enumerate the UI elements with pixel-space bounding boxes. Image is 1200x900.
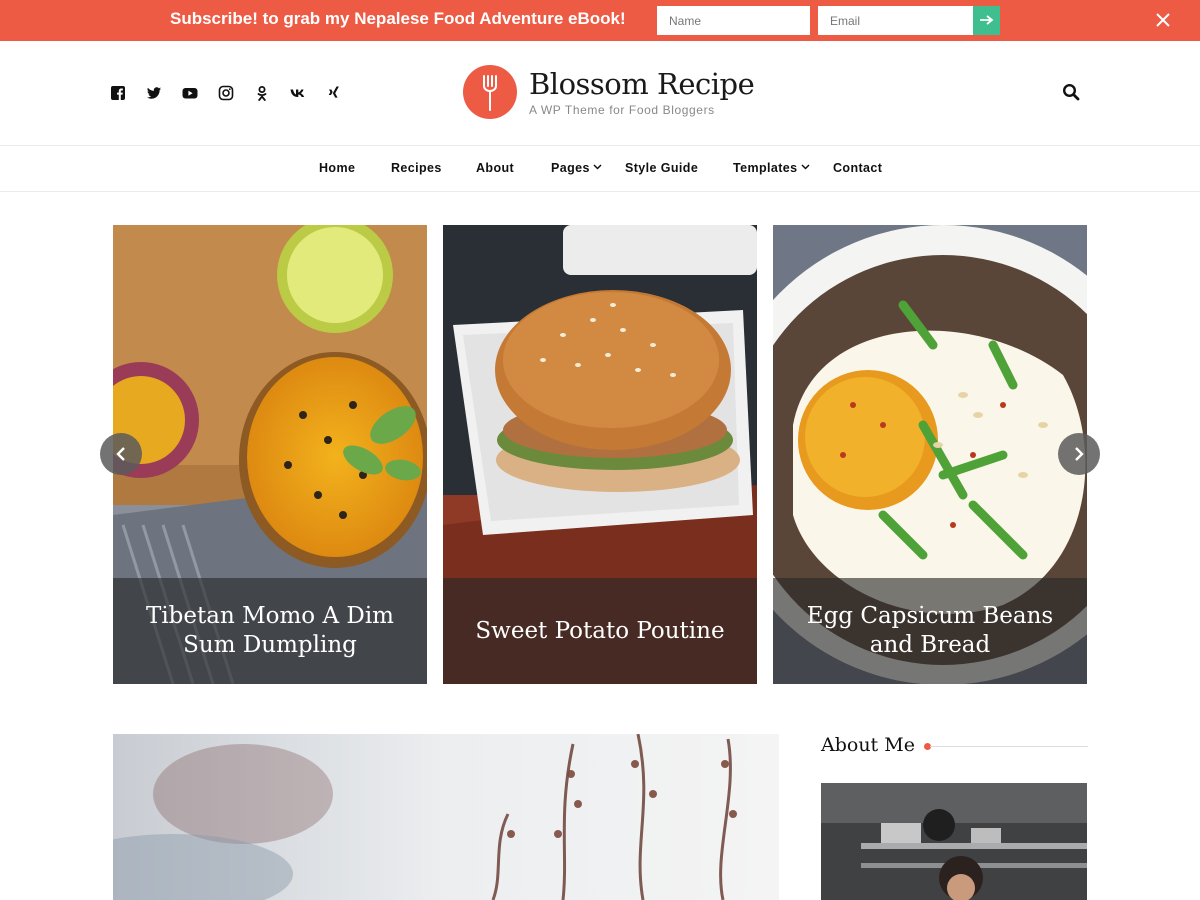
facebook-link[interactable] [110,84,146,102]
nav-item-style-guide[interactable]: Style Guide [625,161,698,175]
about-image [821,783,1087,900]
slide-title[interactable]: Sweet Potato Poutine [475,617,724,646]
close-subscribe-button[interactable] [1153,10,1173,30]
social-links [110,84,362,102]
site-title[interactable]: Blossom Recipe [529,68,755,100]
facebook-icon [111,86,125,100]
slide-passion-fruit-drink[interactable]: Tibetan Momo A Dim Sum Dumpling [113,225,427,684]
slide-caption: Tibetan Momo A Dim Sum Dumpling [113,578,427,684]
nav-item-recipes[interactable]: Recipes [391,161,442,175]
twitter-icon [147,87,161,99]
featured-image [113,734,779,900]
odnoklassniki-link[interactable] [254,84,290,102]
odnoklassniki-icon [257,86,267,101]
xing-link[interactable] [326,84,362,102]
chevron-down-icon [593,164,602,170]
about-me-widget-title: About Me [821,734,915,756]
nav-item-pages[interactable]: Pages [551,161,602,175]
vk-link[interactable] [290,84,326,102]
youtube-link[interactable] [182,84,218,102]
chevron-left-icon [116,447,125,461]
nav-item-about[interactable]: About [476,161,514,175]
slide-title[interactable]: Egg Capsicum Beans and Bread [795,602,1065,660]
main-navigation: Home Recipes About Pages Style Guide Tem… [0,146,1200,192]
nav-item-contact[interactable]: Contact [833,161,882,175]
slide-caption: Sweet Potato Poutine [443,578,757,684]
xing-icon [328,86,339,98]
site-header: Blossom Recipe A WP Theme for Food Blogg… [0,41,1200,146]
search-button[interactable] [1062,83,1082,103]
nav-item-label: About [476,161,515,175]
instagram-link[interactable] [218,84,254,102]
fork-icon [483,75,497,111]
slide-caption: Egg Capsicum Beans and Bread [773,578,1087,684]
subscribe-bar: Subscribe! to grab my Nepalese Food Adve… [0,0,1200,41]
nav-item-label: Style Guide [625,161,699,175]
site-logo[interactable] [463,65,517,119]
site-tagline: A WP Theme for Food Bloggers [529,102,715,117]
nav-item-label: Pages [551,161,590,175]
nav-item-label: Home [319,161,356,175]
slider-next-button[interactable] [1058,433,1100,475]
subscribe-submit-button[interactable] [973,6,1000,35]
chevron-right-icon [1075,447,1084,461]
featured-post-image[interactable] [113,734,779,900]
slide-title[interactable]: Tibetan Momo A Dim Sum Dumpling [135,602,405,660]
close-icon [1156,13,1170,27]
email-field[interactable] [818,6,973,35]
nav-item-label: Templates [733,161,798,175]
chevron-down-icon [800,164,810,170]
twitter-link[interactable] [146,84,182,102]
youtube-icon [182,88,198,99]
title-divider [930,746,1088,747]
subscribe-promo-text: Subscribe! to grab my Nepalese Food Adve… [170,9,626,28]
slider-prev-button[interactable] [100,433,142,475]
nav-item-label: Contact [833,161,883,175]
nav-item-home[interactable]: Home [319,161,355,175]
vk-icon [290,89,305,97]
name-field[interactable] [657,6,810,35]
site-branding[interactable]: Blossom Recipe A WP Theme for Food Blogg… [463,65,755,119]
nav-item-templates[interactable]: Templates [733,161,810,175]
instagram-icon [218,85,234,101]
arrow-right-icon [979,15,993,25]
nav-item-label: Recipes [391,161,442,175]
search-icon [1062,83,1080,101]
about-me-image [821,783,1087,900]
slide-burger[interactable]: Sweet Potato Poutine [443,225,757,684]
slide-egg-bowl[interactable]: Egg Capsicum Beans and Bread [773,225,1087,684]
